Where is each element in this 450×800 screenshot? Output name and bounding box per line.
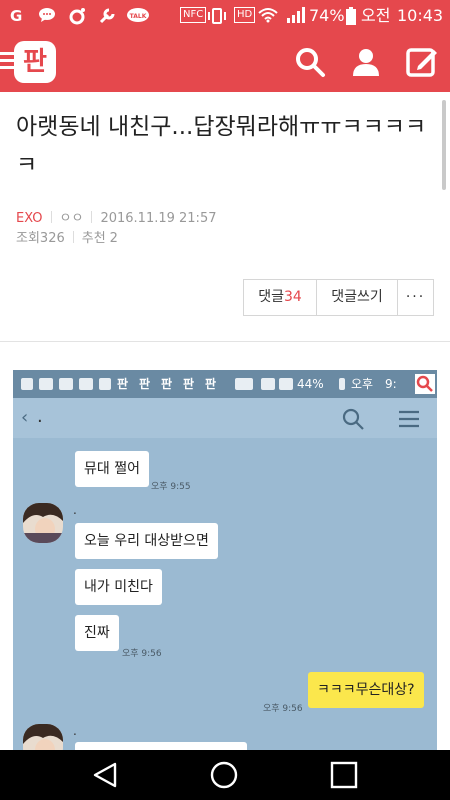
chat-icon <box>38 7 56 27</box>
chat-time: 오후 9:56 <box>122 649 162 659</box>
wifi-icon <box>261 378 275 390</box>
write-icon[interactable] <box>406 46 438 78</box>
signal-icon <box>279 378 293 390</box>
pann-app-icon: 판 <box>183 377 195 391</box>
my-chat-bubble: ㅋㅋㅋ무슨대상? <box>308 672 424 708</box>
app-header: 판 <box>0 32 450 92</box>
divider <box>0 341 450 342</box>
post-title: 아랫동네 내친구...답장뭐라해ㅠㅠㅋㅋㅋㅋㅋ <box>16 114 427 178</box>
app-logo[interactable]: 판 <box>14 41 56 83</box>
svg-text:TALK: TALK <box>130 13 147 20</box>
pann-app-icon: 판 <box>139 377 151 391</box>
chat-time: 오후 9:56 <box>263 704 303 714</box>
signal-icon <box>286 7 306 27</box>
chat-room-name: . <box>37 406 43 427</box>
chat-bubble: 내가 미친다 <box>75 569 162 605</box>
chat-bubble: 오늘 우리 대상받으면 <box>75 523 218 559</box>
search-icon <box>341 407 365 435</box>
post-category[interactable]: EXO <box>16 211 43 226</box>
status-ampm: 오전 <box>361 6 391 25</box>
recommend-count: 2 <box>109 231 118 246</box>
sender-name: . <box>73 503 77 517</box>
battery-percent: 74% <box>309 6 345 25</box>
views-label: 조회 <box>16 231 40 246</box>
chat-bubble: 진짜 <box>75 615 119 651</box>
post-author: ㅇㅇ <box>59 211 84 226</box>
ollehtv-icon: G <box>10 7 23 25</box>
menu-icon[interactable] <box>0 52 14 72</box>
image-status-bar: 판 판 판 판 판 44% 오후 9: <box>13 370 437 398</box>
cloud-icon <box>79 378 93 390</box>
pann-app-icon: 판 <box>117 377 129 391</box>
talk-icon: TALK <box>126 7 150 29</box>
sender-name: . <box>73 724 77 738</box>
comments-label: 댓글 <box>258 289 284 305</box>
dots-icon <box>21 378 33 390</box>
chat-bubble: 뮤대 쩔어 <box>75 451 149 487</box>
battery-icon <box>339 378 345 390</box>
recommend-label: 추천 <box>81 231 106 246</box>
pann-app-icon: 판 <box>205 377 217 391</box>
chat-room-bar: ‹ . <box>13 398 437 438</box>
image-battery-percent: 44% <box>297 377 324 391</box>
chat-bubble <box>75 742 247 750</box>
more-button[interactable]: ··· <box>398 280 433 315</box>
back-icon: ‹ <box>21 407 29 428</box>
battery-icon <box>346 7 356 29</box>
chat-icon <box>39 378 53 390</box>
record-icon <box>68 7 86 29</box>
comments-count: 34 <box>283 289 302 305</box>
navigation-bar <box>0 750 450 800</box>
post-actions: 댓글34 댓글쓰기 ··· <box>243 279 434 316</box>
menu-icon <box>398 410 420 432</box>
status-bar: G TALK NFC HD 74% 오전 10:43 <box>0 0 450 32</box>
avatar <box>23 503 63 543</box>
scrollbar[interactable] <box>442 100 446 190</box>
back-icon[interactable] <box>91 760 121 790</box>
user-icon[interactable] <box>350 46 382 78</box>
home-icon[interactable] <box>209 760 239 790</box>
views-count: 326 <box>39 231 65 246</box>
post-meta: EXO ㅇㅇ 2016.11.19 21:57 <box>16 210 216 228</box>
post-image: 판 판 판 판 판 44% 오후 9: ‹ . 뮤대 쩔어 오후 9:55 . … <box>13 370 437 750</box>
vibrate-icon <box>207 7 227 29</box>
avatar <box>23 724 63 750</box>
recents-icon[interactable] <box>329 760 359 790</box>
status-time: 10:43 <box>397 6 444 25</box>
comments-button[interactable]: 댓글34 <box>244 280 317 315</box>
post-stats: 조회326 추천 2 <box>16 230 118 248</box>
wrench-icon <box>98 7 116 29</box>
pann-app-icon: 판 <box>161 377 173 391</box>
image-time: 9: <box>385 377 397 391</box>
image-ampm: 오후 <box>351 377 374 391</box>
post-date: 2016.11.19 21:57 <box>100 211 217 226</box>
search-icon[interactable] <box>294 46 326 78</box>
nfc-icon: NFC <box>180 7 207 23</box>
talk-icon <box>59 378 73 390</box>
chat-time: 오후 9:55 <box>151 482 191 492</box>
image-icon <box>99 378 111 390</box>
hd-icon: HD <box>234 7 256 23</box>
wifi-icon <box>258 7 278 27</box>
write-comment-button[interactable]: 댓글쓰기 <box>317 280 398 315</box>
search-icon <box>415 374 435 394</box>
mute-icon <box>235 378 253 390</box>
